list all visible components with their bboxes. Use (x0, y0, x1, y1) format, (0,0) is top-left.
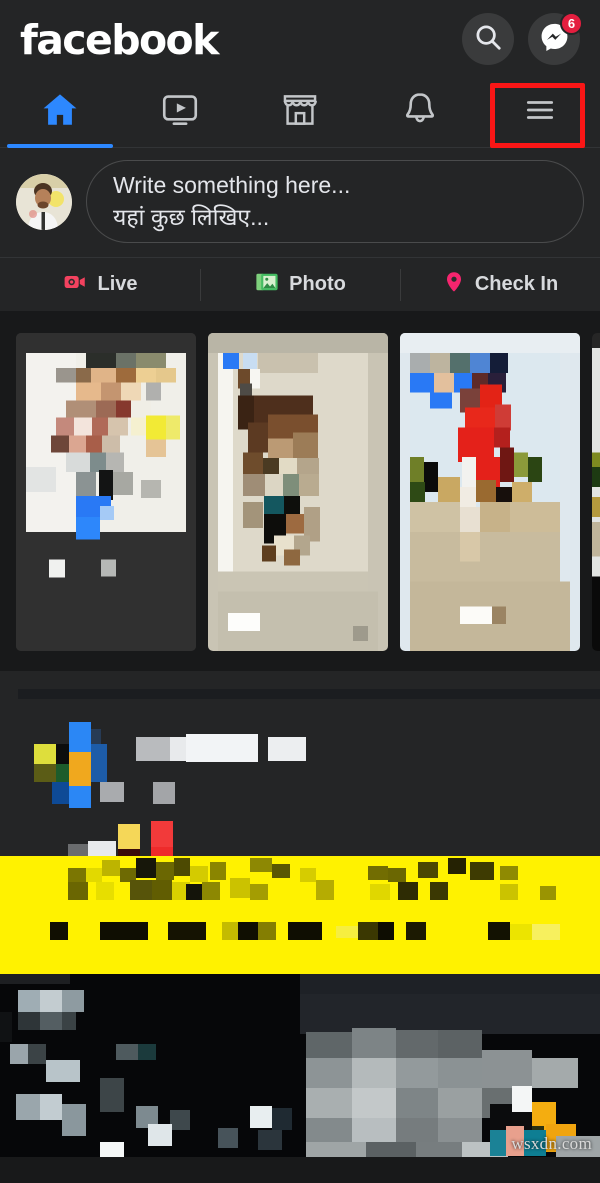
facebook-mobile-app: facebook 6 Write something here... यहां … (0, 0, 600, 1183)
search-icon (473, 22, 503, 57)
live-button[interactable]: Live (0, 258, 200, 311)
composer-input[interactable]: Write something here... यहां कुछ लिखिए..… (86, 160, 584, 244)
checkin-label: Check In (474, 273, 559, 296)
search-button[interactable] (462, 13, 514, 65)
nav-tab-notifications[interactable] (360, 78, 480, 148)
censored-banner-text (0, 856, 600, 975)
composer-actions: Live Photo Check In (0, 257, 600, 312)
nav-tab-watch[interactable] (120, 78, 240, 148)
user-avatar[interactable] (16, 173, 72, 230)
hamburger-menu-icon (517, 92, 563, 133)
story-card[interactable] (592, 333, 600, 652)
nav-tab-home[interactable] (0, 78, 120, 148)
post-image[interactable]: wsxdn.com (0, 974, 600, 1158)
censored-post-image (0, 974, 600, 1158)
photo-button[interactable]: Photo (200, 258, 400, 311)
feed-post: wsxdn.com (0, 671, 600, 1158)
bell-icon (399, 89, 441, 136)
photo-label: Photo (289, 273, 346, 296)
story-card[interactable] (400, 333, 580, 652)
post-author-header (0, 671, 600, 875)
story-card[interactable] (16, 333, 196, 652)
header-actions: 6 (462, 12, 583, 65)
location-pin-icon (442, 269, 466, 300)
story-card[interactable] (208, 333, 388, 652)
post-composer: Write something here... यहां कुछ लिखिए..… (0, 148, 600, 258)
site-watermark: wsxdn.com (511, 1134, 592, 1154)
messenger-badge: 6 (560, 12, 583, 35)
video-play-icon (159, 89, 201, 136)
navigation-tabs (0, 78, 600, 148)
messenger-button[interactable]: 6 (528, 12, 583, 65)
censored-author-block (18, 689, 600, 875)
live-video-icon (62, 269, 88, 300)
nav-tab-marketplace[interactable] (240, 78, 360, 148)
home-icon (39, 89, 81, 136)
post-yellow-banner (0, 856, 600, 975)
store-icon (279, 89, 321, 136)
stories-carousel[interactable] (0, 311, 600, 672)
facebook-logo[interactable]: facebook (20, 19, 219, 61)
composer-placeholder-en: Write something here... (113, 172, 351, 198)
photo-icon (254, 269, 280, 300)
nav-tab-menu[interactable] (480, 78, 600, 148)
composer-placeholder-hi: यहां कुछ लिखिए... (113, 203, 270, 230)
live-label: Live (97, 273, 138, 296)
checkin-button[interactable]: Check In (400, 258, 600, 311)
app-header: facebook 6 (0, 0, 600, 78)
